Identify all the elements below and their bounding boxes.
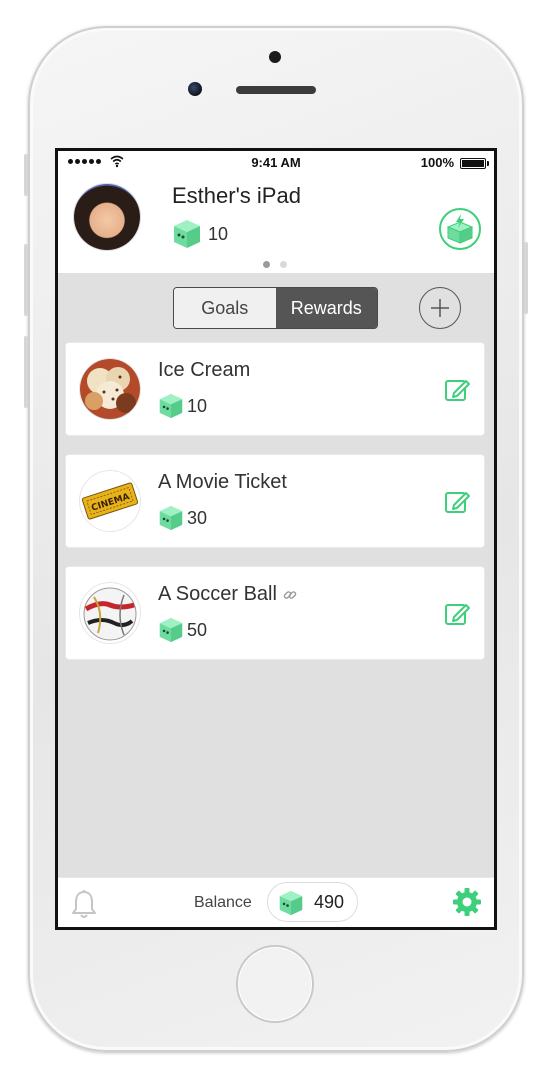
device-points: 10 <box>208 224 229 244</box>
bottom-bar: Balance 490 <box>58 877 494 927</box>
charge-cube-icon <box>446 214 474 244</box>
reward-points: 10 <box>187 396 208 416</box>
device-name: Esther's iPad <box>172 183 301 208</box>
home-button[interactable] <box>236 945 314 1023</box>
balance-value: 490 <box>314 892 345 912</box>
mute-switch <box>24 154 28 196</box>
tab-rewards[interactable]: Rewards <box>275 288 377 328</box>
edit-icon[interactable] <box>444 489 470 515</box>
battery-icon <box>460 158 489 169</box>
page-dot-active <box>263 261 270 268</box>
balance-label: Balance <box>194 894 252 911</box>
volume-up-button <box>24 244 28 316</box>
edit-icon[interactable] <box>444 601 470 627</box>
avatar[interactable] <box>74 184 140 250</box>
reward-title-row: A Soccer Ball <box>158 583 297 606</box>
earpiece-speaker <box>236 86 316 94</box>
charge-button[interactable] <box>439 208 481 250</box>
page-indicator <box>263 261 287 268</box>
gear-icon[interactable] <box>452 887 482 917</box>
volume-down-button <box>24 336 28 408</box>
reward-title: Ice Cream <box>158 359 251 381</box>
reward-card-movie-ticket[interactable]: CINEMA A Movie Ticket 30 <box>66 455 484 547</box>
reward-points: 50 <box>187 620 208 640</box>
reward-list: Ice Cream 10 CINEMA A Movie Ticket 30 A … <box>66 343 486 679</box>
battery-percent: 100% <box>420 155 454 170</box>
balance-pill: 490 <box>267 882 358 922</box>
add-reward-button[interactable] <box>419 287 461 329</box>
reward-points: 30 <box>187 508 208 528</box>
device-header: Esther's iPad 10 <box>58 175 494 273</box>
soccer-ball-image <box>80 583 140 643</box>
movie-ticket-image: CINEMA <box>80 471 140 531</box>
app-screen: 9:41 AM 100% Esther's iPad 10 Goals Rewa… <box>55 148 497 930</box>
reward-card-soccer-ball[interactable]: A Soccer Ball 50 <box>66 567 484 659</box>
page-dot <box>280 261 287 268</box>
link-icon <box>283 590 297 599</box>
cube-icon <box>159 393 183 419</box>
plus-icon <box>431 299 449 317</box>
cube-icon <box>279 890 303 916</box>
power-button <box>524 242 528 314</box>
front-camera <box>188 82 202 96</box>
tab-goals[interactable]: Goals <box>174 288 276 328</box>
status-bar: 9:41 AM 100% <box>58 151 494 175</box>
ice-cream-image <box>80 359 140 419</box>
cube-icon <box>174 220 200 248</box>
cube-icon <box>159 617 183 643</box>
goals-rewards-toggle: Goals Rewards <box>173 287 378 329</box>
bell-icon[interactable] <box>70 889 98 919</box>
edit-icon[interactable] <box>444 377 470 403</box>
reward-card-ice-cream[interactable]: Ice Cream 10 <box>66 343 484 435</box>
reward-title: A Soccer Ball <box>158 583 277 605</box>
cube-icon <box>159 505 183 531</box>
top-sensor <box>269 51 281 63</box>
reward-title: A Movie Ticket <box>158 471 287 493</box>
